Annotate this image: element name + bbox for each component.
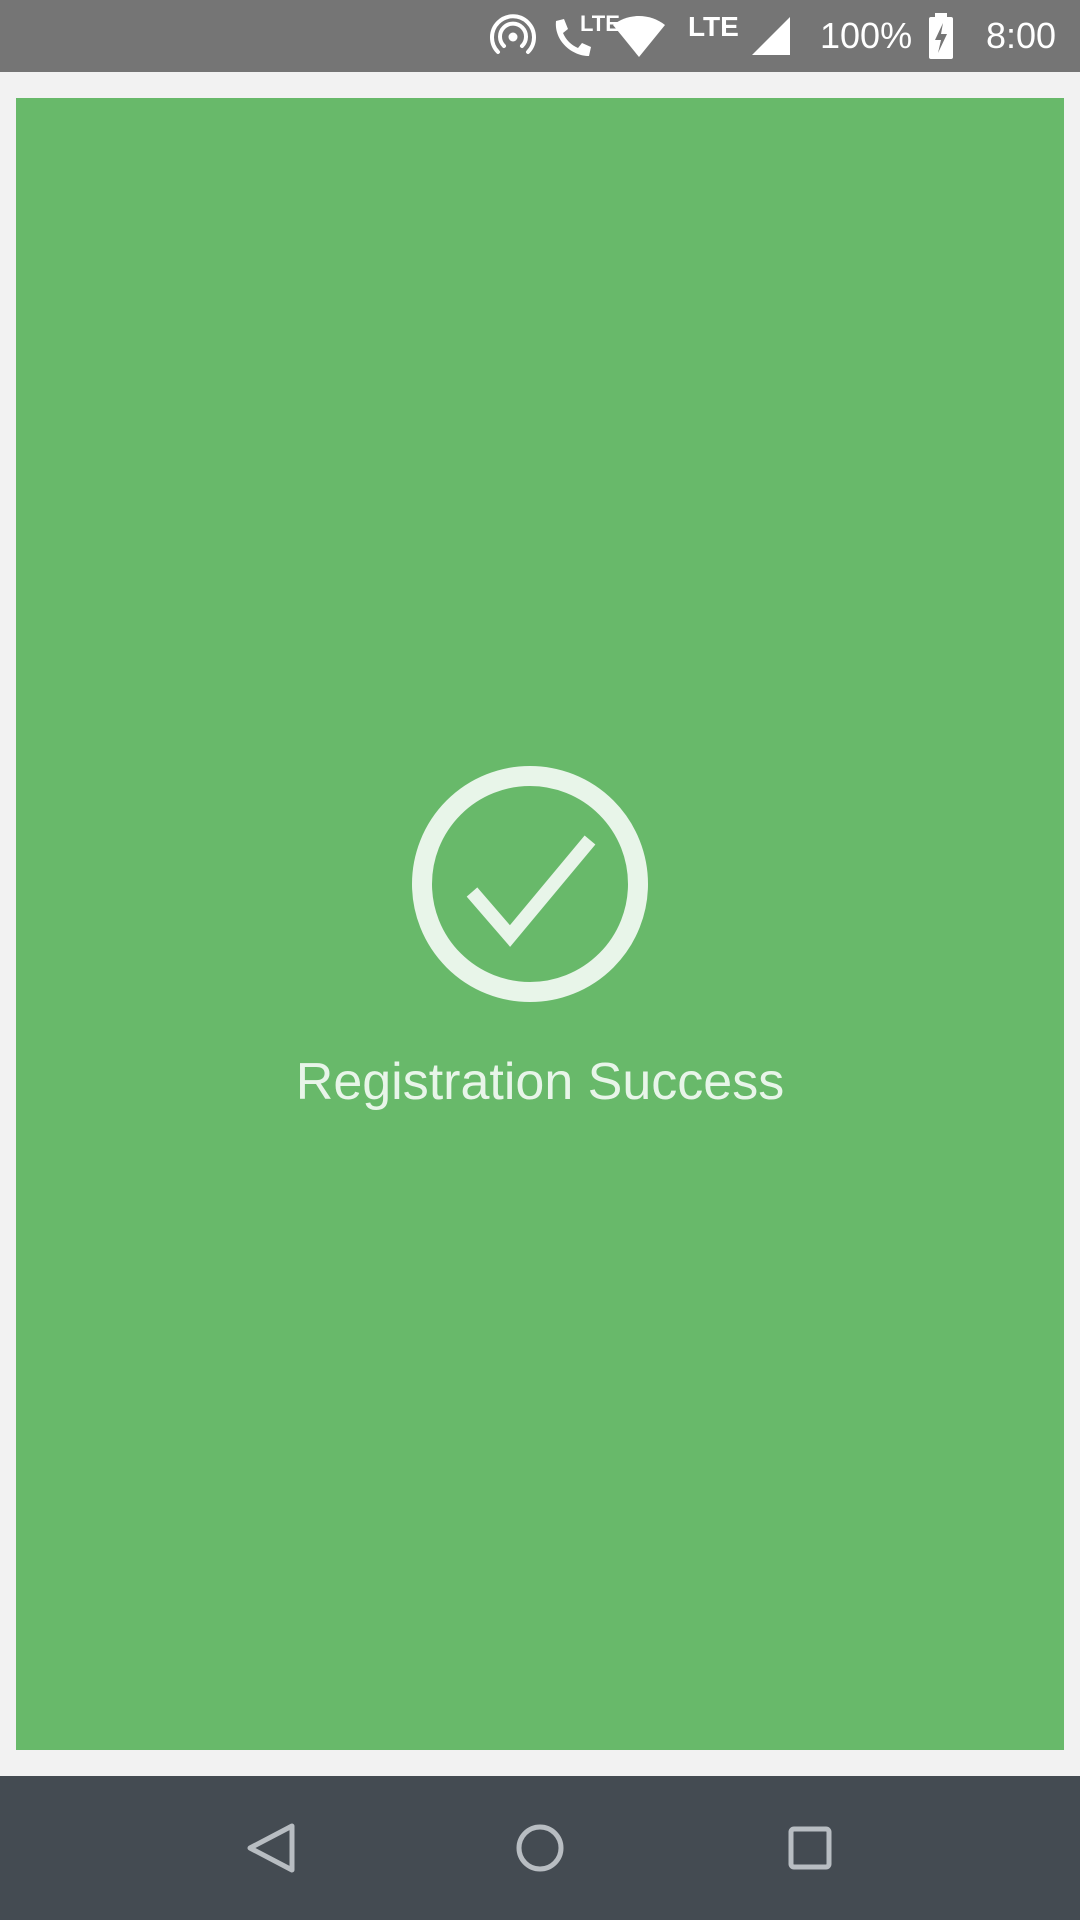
- battery-label: 100%: [820, 0, 912, 72]
- battery-percent: 100%: [820, 15, 913, 56]
- network-lte-label: LTE: [688, 0, 739, 72]
- signal-icon: [750, 0, 792, 72]
- success-message: Registration Success: [295, 1053, 785, 1111]
- hotspot-icon: [488, 0, 538, 72]
- time-text: 8:00: [986, 15, 1057, 56]
- back-button[interactable]: [220, 1798, 320, 1898]
- network-lte-text: LTE: [688, 11, 739, 42]
- volte-call-icon: LTE: [548, 0, 620, 72]
- recents-square-icon: [788, 1826, 832, 1870]
- battery-charging-icon: [927, 0, 955, 72]
- back-triangle-icon: [247, 1823, 295, 1873]
- wifi-icon: [612, 0, 666, 72]
- check-circle-icon: [412, 766, 648, 1002]
- navigation-bar: [0, 1776, 1080, 1920]
- home-button[interactable]: [490, 1798, 590, 1898]
- recents-button[interactable]: [760, 1798, 860, 1898]
- home-circle-icon: [516, 1824, 564, 1872]
- status-bar: LTE LTE 100% 8:00: [0, 0, 1080, 72]
- clock: 8:00: [986, 0, 1056, 72]
